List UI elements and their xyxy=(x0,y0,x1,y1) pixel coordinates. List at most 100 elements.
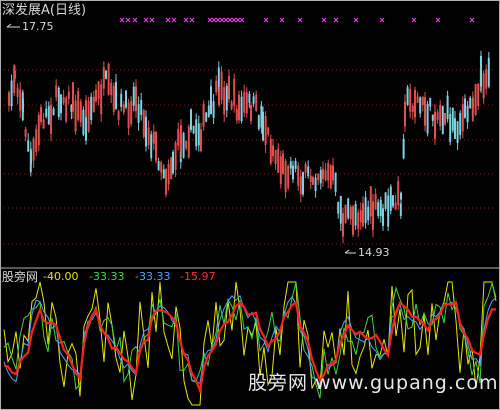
candle-body xyxy=(367,206,370,221)
candle-body xyxy=(434,111,436,139)
candle-body xyxy=(130,100,133,124)
candle-body xyxy=(174,142,177,170)
candle-body xyxy=(449,114,452,142)
candle-body xyxy=(157,161,160,171)
candle-body xyxy=(332,165,334,181)
candle-body xyxy=(307,166,310,177)
candle-body xyxy=(466,105,469,123)
candle-body xyxy=(152,131,155,144)
candle-body xyxy=(67,91,70,99)
candle-body xyxy=(215,80,218,92)
candle-body xyxy=(79,101,82,123)
candle-body xyxy=(252,96,255,104)
candle-body xyxy=(177,128,180,146)
candle-body xyxy=(384,192,387,209)
candle-body xyxy=(74,100,77,132)
frame-border xyxy=(0,0,500,410)
indicator-value-4: -15.97 xyxy=(180,270,216,283)
candle-body xyxy=(62,96,65,104)
candle-body xyxy=(22,98,24,113)
grid-lines xyxy=(0,0,500,410)
candle-body xyxy=(279,156,282,185)
candle-body xyxy=(14,70,16,79)
candle-body xyxy=(238,94,240,121)
candle-body xyxy=(469,97,472,109)
candle-body xyxy=(314,177,317,191)
candle-body xyxy=(235,109,238,121)
candle-body xyxy=(228,76,230,100)
candle-body xyxy=(344,204,347,223)
candle-body xyxy=(287,165,290,189)
candle-body xyxy=(282,153,284,175)
candle-body xyxy=(284,160,287,193)
candle-body xyxy=(218,90,220,105)
watermark: 股旁网 www.gupang.com xyxy=(248,372,499,394)
candle-body xyxy=(382,208,384,226)
candlesticks xyxy=(8,50,490,244)
candle-body xyxy=(87,100,90,132)
candle-body xyxy=(451,108,454,131)
candle-body xyxy=(397,181,400,206)
candle-body xyxy=(172,151,174,174)
candle-body xyxy=(47,106,50,125)
candle-body xyxy=(414,89,416,118)
candle-body xyxy=(197,123,200,146)
candle-body xyxy=(347,198,350,219)
candle-body xyxy=(372,201,374,230)
candle-body xyxy=(95,89,97,102)
candle-body xyxy=(411,105,414,112)
candle-body xyxy=(125,90,127,108)
candle-body xyxy=(32,138,35,161)
candle-body xyxy=(399,203,402,216)
candle-body xyxy=(362,203,364,227)
candle-body xyxy=(342,213,344,237)
candle-body xyxy=(220,71,223,101)
candle-body xyxy=(200,129,202,152)
candle-body xyxy=(426,103,429,134)
candle-body xyxy=(272,145,274,157)
candle-body xyxy=(404,101,406,127)
stock-chart[interactable] xyxy=(0,0,500,410)
candle-body xyxy=(210,86,212,115)
candle-body xyxy=(120,93,123,107)
candle-body xyxy=(195,119,198,147)
candle-body xyxy=(482,73,485,99)
low-price-label: 14.93 xyxy=(358,246,390,259)
candle-body xyxy=(444,113,446,125)
candle-body xyxy=(37,114,40,146)
candle-body xyxy=(132,86,135,106)
candle-body xyxy=(377,202,380,216)
candle-body xyxy=(127,102,130,129)
indicator-name: 股旁网 xyxy=(2,270,39,284)
high-price-label: 17.75 xyxy=(22,20,54,33)
candle-body xyxy=(185,140,188,149)
candle-body xyxy=(312,176,314,185)
candle-body xyxy=(277,148,280,173)
candle-body xyxy=(359,210,362,223)
candle-body xyxy=(137,104,140,123)
candle-body xyxy=(324,170,327,181)
candle-body xyxy=(202,103,205,127)
candle-body xyxy=(406,87,409,105)
signal-markers xyxy=(119,17,475,23)
candle-body xyxy=(446,95,449,120)
candle-body xyxy=(27,140,30,152)
candle-body xyxy=(421,96,424,106)
candle-body xyxy=(182,132,185,158)
candle-body xyxy=(50,104,52,134)
candle-body xyxy=(357,212,360,230)
candle-body xyxy=(102,67,105,89)
candle-body xyxy=(262,111,264,141)
candle-body xyxy=(233,78,236,106)
candle-body xyxy=(52,108,55,115)
candle-body xyxy=(255,94,258,111)
candle-body xyxy=(65,97,68,122)
candle-body xyxy=(269,138,272,164)
candle-body xyxy=(8,92,10,106)
candle-body xyxy=(190,109,192,130)
candle-body xyxy=(30,150,32,165)
candle-body xyxy=(329,165,332,189)
candle-body xyxy=(472,97,474,108)
candle-body xyxy=(100,84,103,115)
candle-body xyxy=(170,157,173,180)
